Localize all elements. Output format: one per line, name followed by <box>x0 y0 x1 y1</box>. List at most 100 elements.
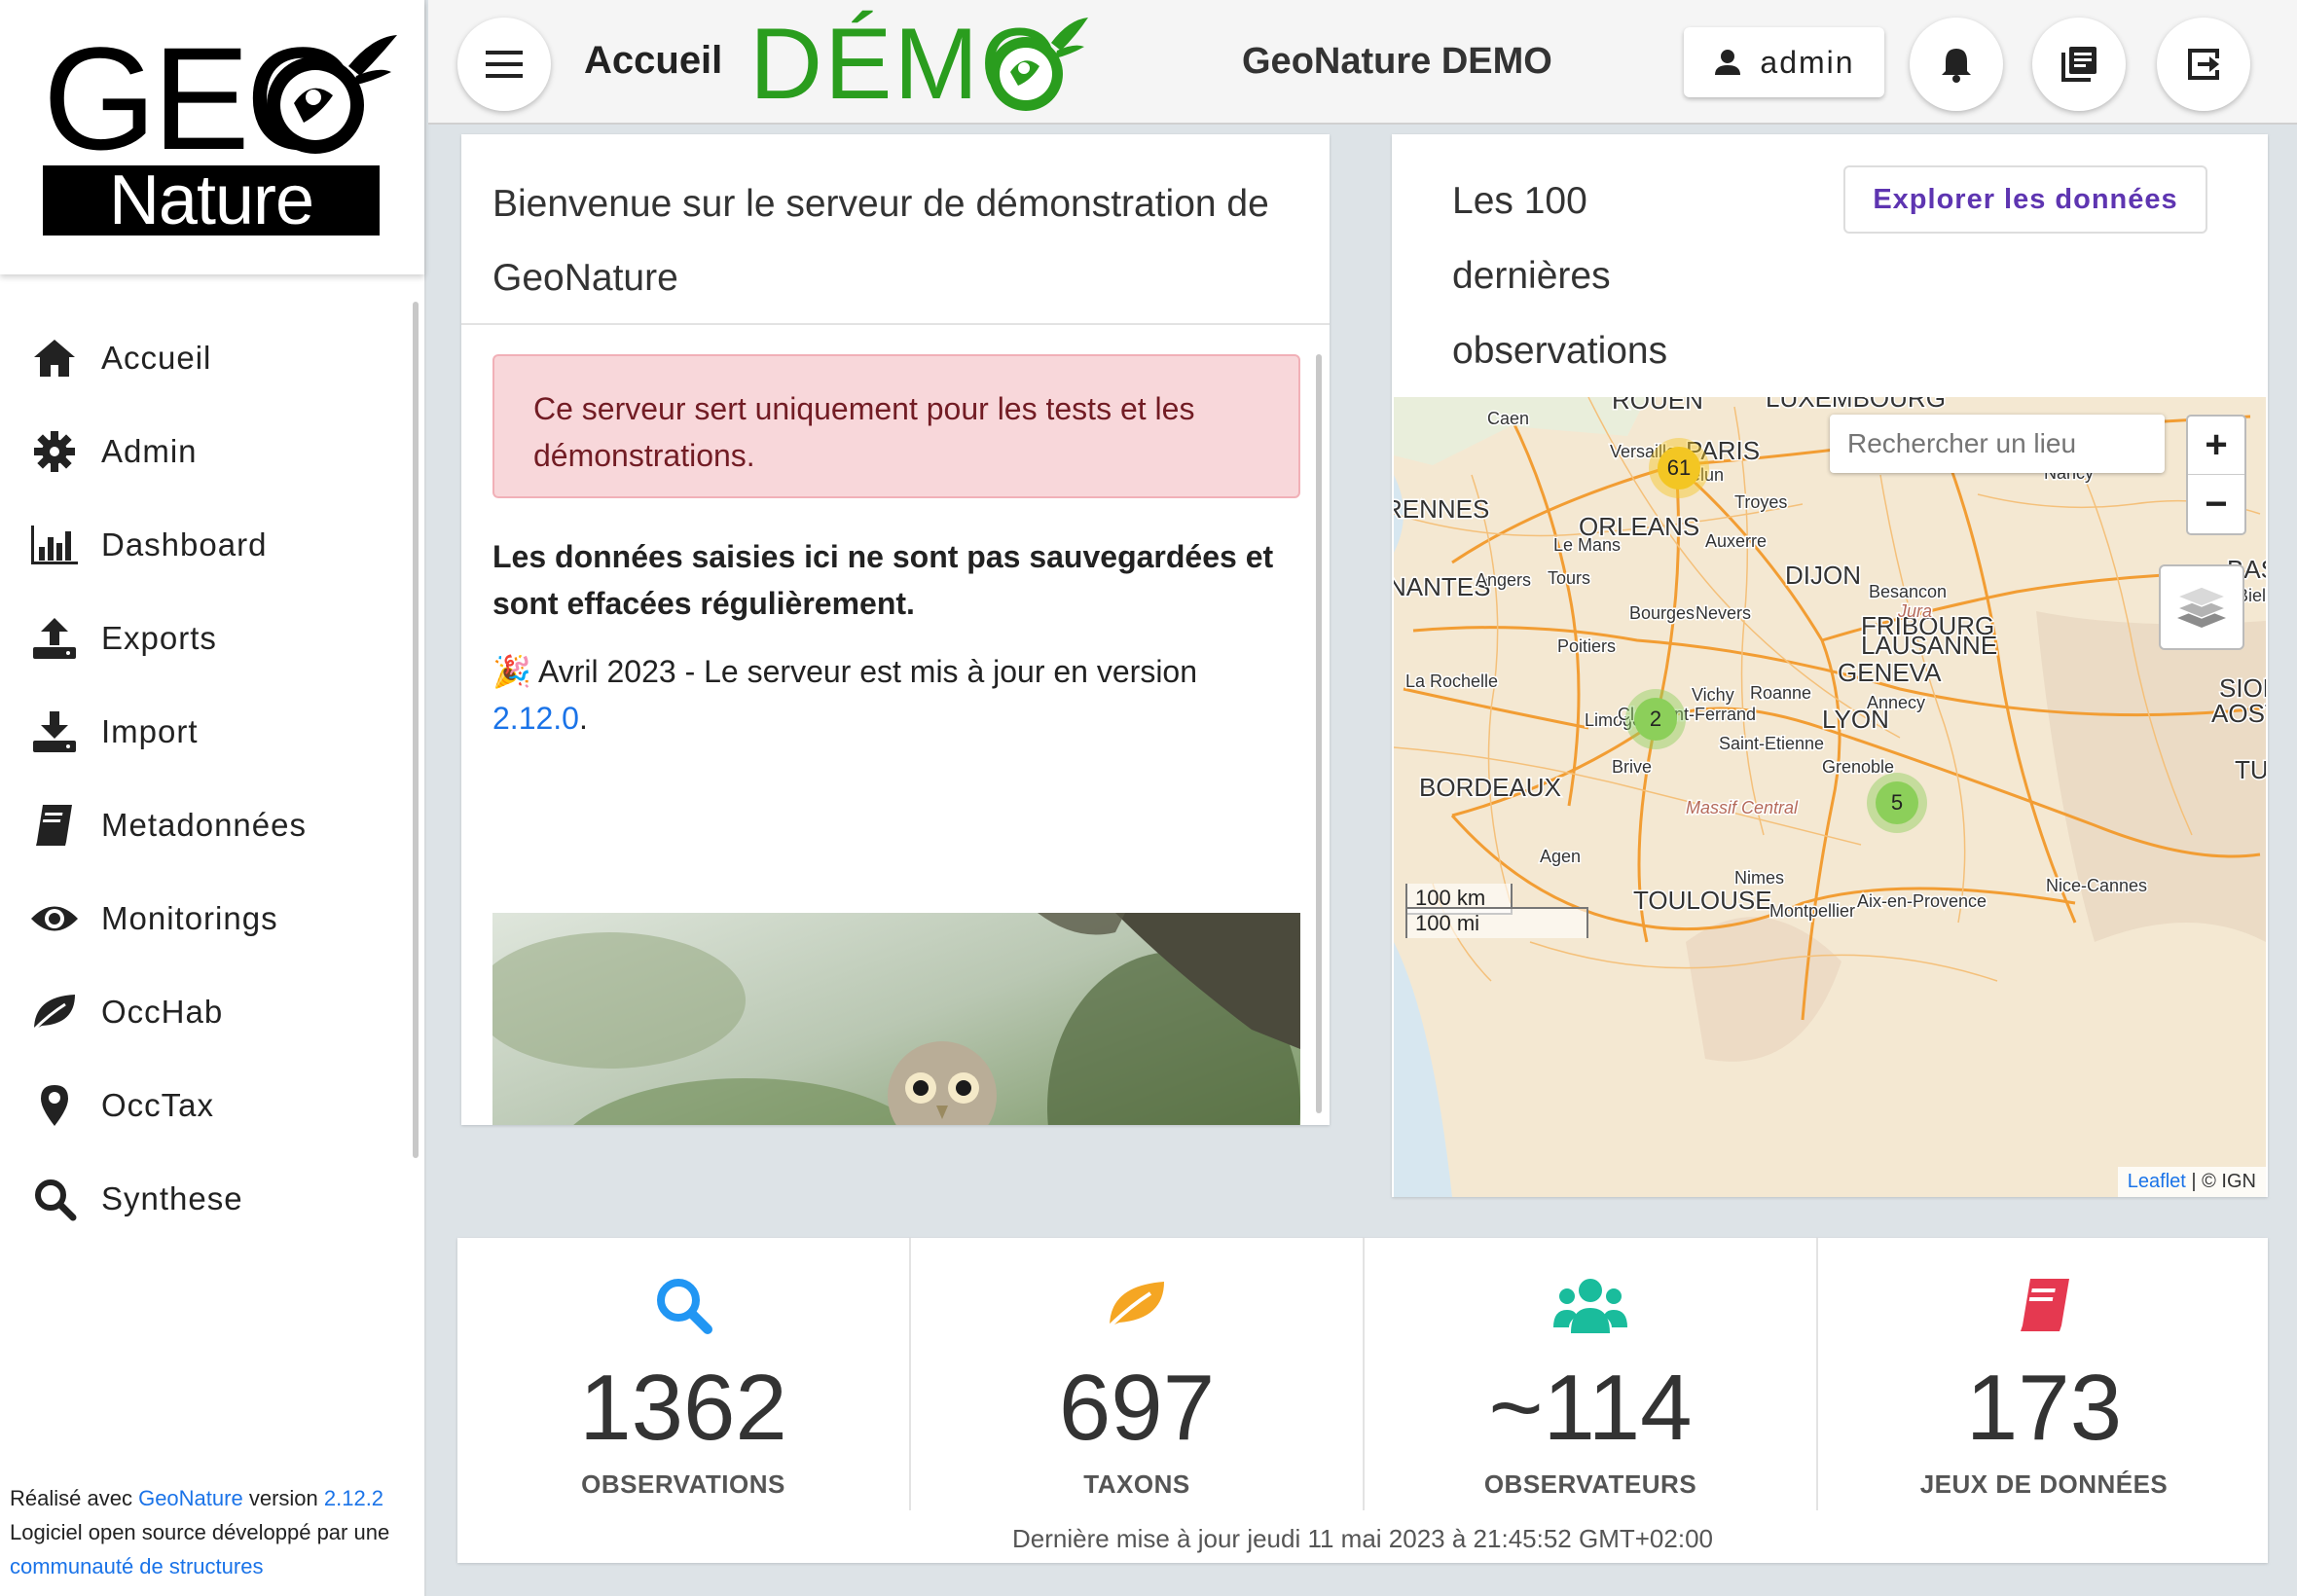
stats-card: 1362 OBSERVATIONS 697 TAXONS ~114 OBSERV… <box>457 1238 2268 1563</box>
sidebar-item-occhab[interactable]: OccHab <box>0 965 419 1059</box>
stat-jeux-de-donnees[interactable]: 173 JEUX DE DONNÉES <box>1818 1238 2270 1510</box>
cluster-marker[interactable]: 2 <box>1625 689 1686 749</box>
user-name: admin <box>1760 44 1855 80</box>
sidebar-item-label: Accueil <box>101 340 212 376</box>
sidebar-item-exports[interactable]: Exports <box>0 592 419 685</box>
version-link[interactable]: 2.12.2 <box>324 1486 383 1510</box>
hamburger-icon <box>486 51 523 78</box>
map-city-label: Agen <box>1540 847 1581 866</box>
leaf-icon <box>29 987 80 1037</box>
place-search-input[interactable] <box>1830 415 2165 473</box>
logo-nature-text: Nature <box>43 165 380 236</box>
data-warning: Les données saisies ici ne sont pas sauv… <box>492 539 1274 621</box>
map-title: Les 100 dernières observations <box>1452 180 1668 372</box>
sidebar-item-label: Dashboard <box>101 526 268 562</box>
sidebar-item-label: OccTax <box>101 1087 215 1123</box>
stat-taxons[interactable]: 697 TAXONS <box>911 1238 1363 1510</box>
upload-icon <box>29 613 80 664</box>
sidebar-item-occtax[interactable]: OccTax <box>0 1059 419 1152</box>
zoom-in-button[interactable]: + <box>2188 417 2244 475</box>
geonature-link[interactable]: GeoNature <box>138 1486 243 1510</box>
map-city-label: Tours <box>1548 568 1590 588</box>
stat-label: JEUX DE DONNÉES <box>1919 1469 2169 1499</box>
sidebar-item-accueil[interactable]: Accueil <box>0 311 419 405</box>
map-city-label: Grenoble <box>1822 757 1894 777</box>
version-news-link[interactable]: 2.12.0 <box>492 701 579 736</box>
stat-label: TAXONS <box>1083 1469 1190 1499</box>
users-icon <box>1365 1261 1816 1349</box>
news-item: 🎉 Avril 2023 - Le serveur est mis à jour… <box>492 648 1300 742</box>
map-city-label: ROUEN <box>1612 397 1703 415</box>
observations-map[interactable]: ROUEN LUXEMBOURG Caen Versailles PARIS Melun N… <box>1394 397 2266 1197</box>
sidebar-item-synthese[interactable]: Synthese <box>0 1152 419 1246</box>
stat-value: 697 <box>1058 1356 1216 1460</box>
map-city-label: Aix-en-Provence <box>1857 891 1987 911</box>
sidebar: GEO Nature Accueil Admin Dashboard Expor… <box>0 0 426 1596</box>
map-pin-icon <box>29 1080 80 1131</box>
map-city-label: Jura <box>1897 601 1932 621</box>
cluster-marker[interactable]: 61 <box>1649 438 1709 498</box>
welcome-scrollbar[interactable] <box>1316 354 1322 1113</box>
map-city-label: TURIN <box>2235 755 2266 784</box>
sidebar-scrollbar[interactable] <box>413 302 419 1158</box>
map-city-label: Roanne <box>1750 683 1811 703</box>
map-city-label: Saint-Etienne <box>1719 734 1824 753</box>
owl-image <box>492 913 1300 1125</box>
community-link[interactable]: communauté de structures <box>10 1554 263 1578</box>
map-tiles[interactable]: ROUEN LUXEMBOURGCaenVersailles PARISMelun N… <box>1394 397 2266 1197</box>
stat-observateurs[interactable]: ~114 OBSERVATEURS <box>1365 1238 1816 1510</box>
map-city-label: Troyes <box>1734 492 1787 512</box>
map-city-label: Massif Central <box>1686 798 1799 817</box>
map-city-label: Nimes <box>1734 868 1784 888</box>
cluster-count: 2 <box>1634 698 1677 741</box>
sidebar-item-monitorings[interactable]: Monitorings <box>0 872 419 965</box>
cluster-count: 61 <box>1658 447 1700 490</box>
layers-button[interactable] <box>2159 564 2244 650</box>
download-icon <box>29 707 80 757</box>
layers-icon <box>2175 586 2228 628</box>
home-icon <box>29 333 80 383</box>
user-button[interactable]: admin <box>1684 27 1884 97</box>
stat-observations[interactable]: 1362 OBSERVATIONS <box>457 1238 909 1510</box>
logo-bird-icon <box>267 35 397 154</box>
menu-button[interactable] <box>457 18 551 111</box>
news-end: . <box>578 701 588 736</box>
map-city-label: Poitiers <box>1557 636 1616 656</box>
book-icon <box>29 800 80 851</box>
zoom-out-button[interactable]: − <box>2188 475 2244 533</box>
map-city-label: DIJON <box>1785 561 1861 590</box>
sidebar-item-import[interactable]: Import <box>0 685 419 779</box>
leaf-icon <box>911 1261 1363 1349</box>
owl-photo <box>492 913 1300 1125</box>
footer-made-with: Réalisé avec <box>10 1486 132 1510</box>
map-city-label: LYON <box>1822 705 1889 734</box>
cluster-count: 5 <box>1876 781 1918 824</box>
sidebar-nav: Accueil Admin Dashboard Exports Import M… <box>0 311 419 1246</box>
geonature-logo[interactable]: GEO Nature <box>0 0 424 274</box>
page-title: Accueil <box>584 39 723 82</box>
sidebar-item-label: Metadonnées <box>101 807 307 843</box>
welcome-heading: Bienvenue sur le serveur de démonstratio… <box>461 134 1330 325</box>
sidebar-item-label: Monitorings <box>101 900 278 936</box>
bar-chart-icon <box>29 520 80 570</box>
sidebar-item-metadonnees[interactable]: Metadonnées <box>0 779 419 872</box>
demo-bird-icon <box>989 18 1088 111</box>
leaflet-link[interactable]: Leaflet <box>2128 1171 2186 1192</box>
explore-data-button[interactable]: Explorer les données <box>1843 165 2207 234</box>
bell-icon <box>1942 49 1971 83</box>
footer-open-source: Logiciel open source développé par une <box>10 1520 390 1544</box>
party-icon: 🎉 <box>492 654 531 689</box>
demo-alert: Ce serveur sert uniquement pour les test… <box>492 354 1300 498</box>
sidebar-item-label: Exports <box>101 620 217 656</box>
sidebar-item-dashboard[interactable]: Dashboard <box>0 498 419 592</box>
stat-value: 1362 <box>579 1356 787 1460</box>
map-city-label: Vichy <box>1692 685 1734 705</box>
cluster-marker[interactable]: 5 <box>1867 773 1927 833</box>
sidebar-item-admin[interactable]: Admin <box>0 405 419 498</box>
logout-button[interactable] <box>2157 18 2250 111</box>
map-city-label: Montpellier <box>1769 901 1855 921</box>
documentation-button[interactable] <box>2032 18 2126 111</box>
notifications-button[interactable] <box>1910 18 2003 111</box>
map-city-label: GENEVA <box>1838 658 1942 687</box>
map-city-label: Auxerre <box>1705 531 1767 551</box>
